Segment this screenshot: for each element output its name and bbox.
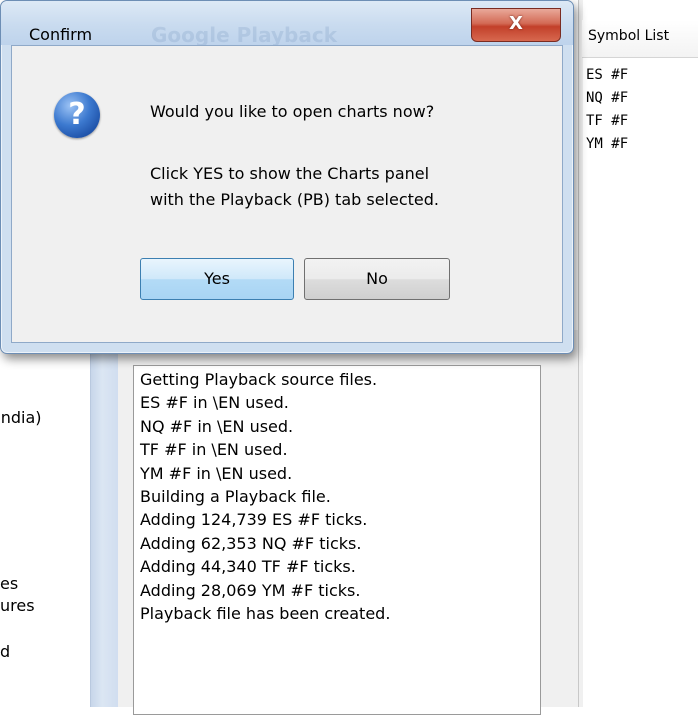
- log-line: Adding 44,340 TF #F ticks.: [140, 557, 356, 577]
- symbol-list-item[interactable]: YM #F: [586, 133, 628, 156]
- log-line: Playback file has been created.: [140, 604, 391, 624]
- dialog-body: ? Would you like to open charts now? Cli…: [11, 45, 563, 343]
- log-line: Adding 28,069 YM #F ticks.: [140, 580, 361, 600]
- log-line: Getting Playback source files.: [140, 370, 378, 389]
- confirm-dialog: Google Playback Confirm X ? Would you li…: [0, 0, 574, 354]
- panel-divider[interactable]: [578, 0, 583, 707]
- symbol-list-item[interactable]: NQ #F: [586, 87, 628, 110]
- left-panel-text-4: d: [0, 642, 11, 661]
- left-panel-text-3: ures: [0, 596, 35, 615]
- panel-splitter[interactable]: [90, 330, 120, 707]
- log-line: TF #F in \EN used.: [140, 440, 288, 460]
- log-output[interactable]: Getting Playback source files. ES #F in …: [133, 365, 541, 715]
- symbol-list-item[interactable]: TF #F: [586, 110, 628, 133]
- dialog-info-line1: Click YES to show the Charts panel: [150, 164, 430, 183]
- close-icon: X: [509, 13, 523, 34]
- dialog-info-line2: with the Playback (PB) tab selected.: [150, 190, 439, 209]
- left-panel-text-1: India): [0, 408, 42, 427]
- dialog-title: Confirm: [29, 25, 93, 44]
- log-line: Adding 124,739 ES #F ticks.: [140, 510, 368, 530]
- log-line: Adding 62,353 NQ #F ticks.: [140, 533, 362, 553]
- symbol-list: ES #F NQ #F TF #F YM #F: [586, 64, 628, 156]
- yes-button[interactable]: Yes: [140, 258, 294, 300]
- symbol-list-header[interactable]: Symbol List: [582, 20, 698, 58]
- symbol-list-item[interactable]: ES #F: [586, 64, 628, 87]
- background-window-title: Google Playback: [151, 23, 337, 47]
- no-button[interactable]: No: [304, 258, 450, 300]
- close-button[interactable]: X: [471, 8, 561, 42]
- log-line: Building a Playback file.: [140, 487, 331, 507]
- log-line: NQ #F in \EN used.: [140, 416, 294, 436]
- left-panel-text-2: es: [0, 574, 19, 593]
- dialog-question: Would you like to open charts now?: [150, 102, 435, 121]
- dialog-titlebar[interactable]: Google Playback Confirm X: [1, 1, 573, 47]
- log-line: YM #F in \EN used.: [140, 463, 293, 483]
- question-icon: ?: [54, 92, 100, 138]
- left-panel: India) es ures d: [0, 330, 90, 707]
- log-line: ES #F in \EN used.: [140, 393, 289, 413]
